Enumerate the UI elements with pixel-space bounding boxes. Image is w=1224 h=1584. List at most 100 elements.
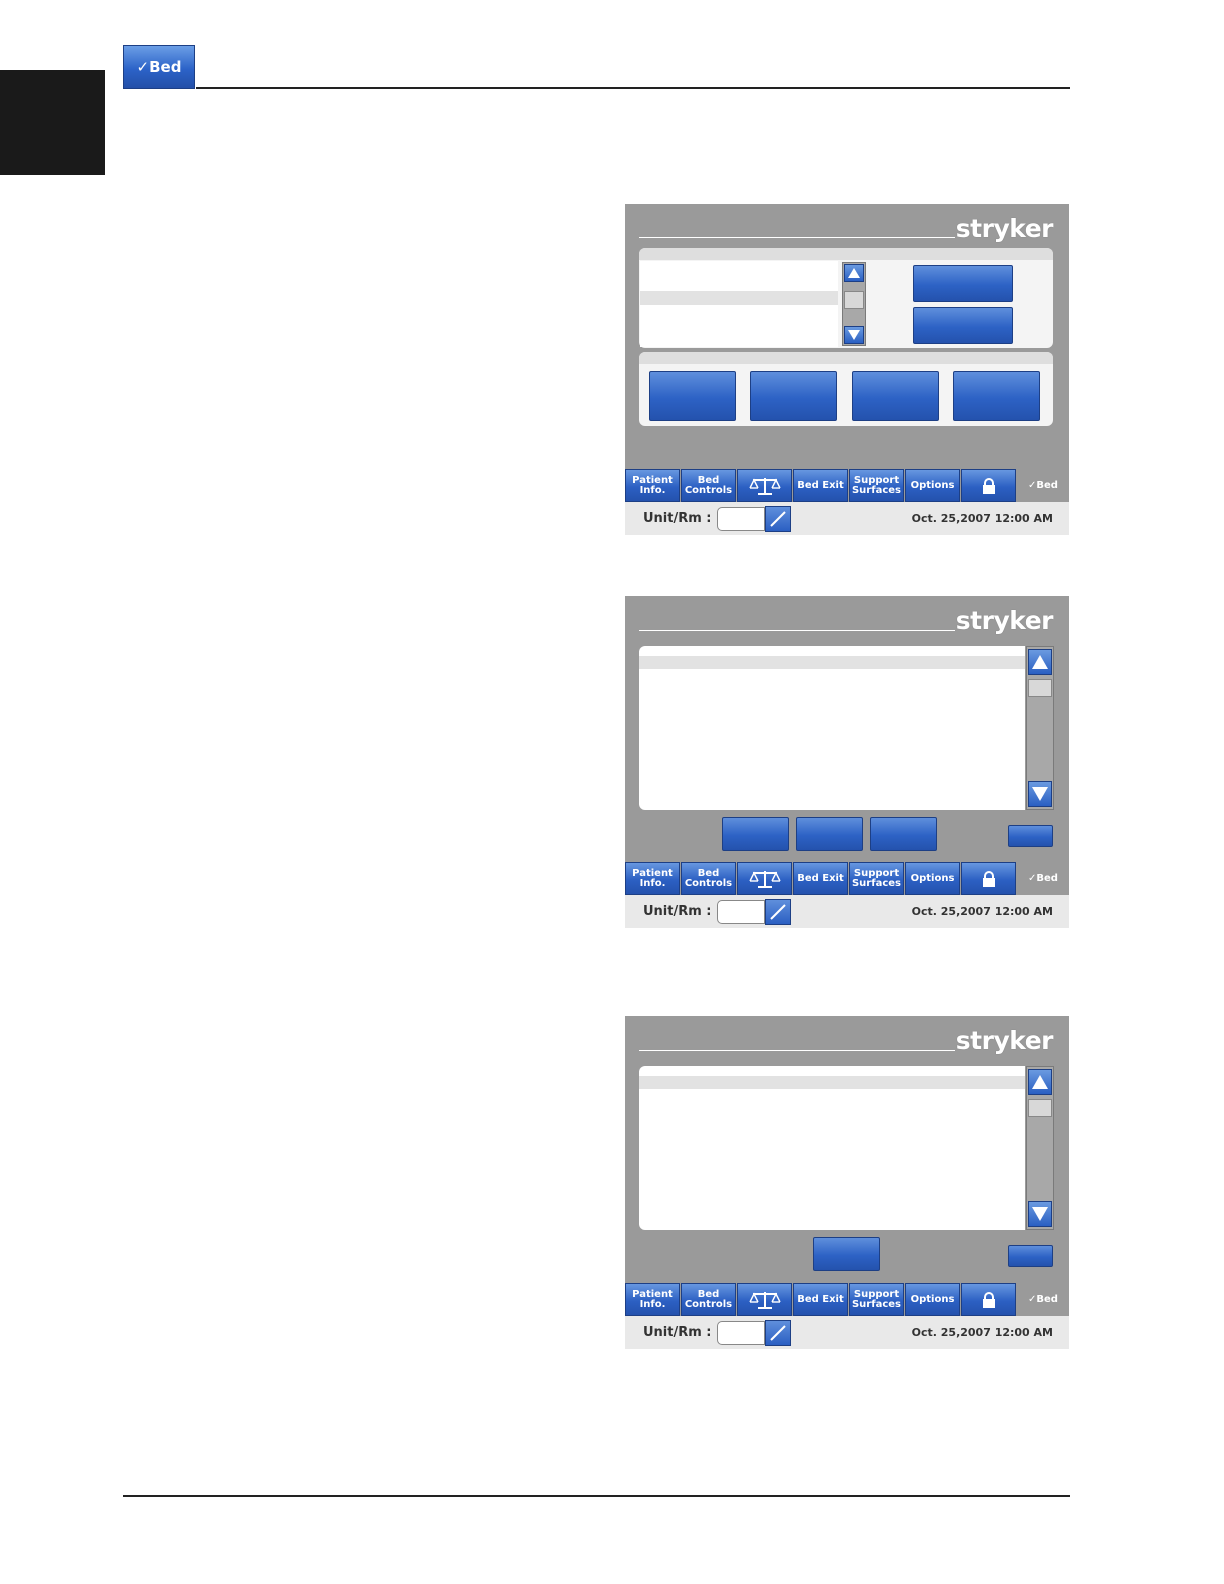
panel-button-1[interactable]: [913, 265, 1013, 302]
arrow-up-icon: [1032, 1075, 1048, 1089]
arrow-up-icon: [848, 268, 860, 278]
title-underline: [639, 630, 955, 631]
arrow-down-icon: [1032, 1207, 1048, 1221]
device-screen-3: stryker Patient Info. Bed Controls Bed E…: [625, 1016, 1069, 1349]
ibed-badge: ✓Bed: [123, 45, 195, 89]
scroll-down-button[interactable]: [844, 326, 864, 344]
list-scrollbar[interactable]: [1026, 646, 1054, 810]
arrow-down-icon: [848, 330, 860, 340]
status-bar: Unit/Rm : Oct. 25,2007 12:00 AM: [625, 1316, 1069, 1349]
scroll-up-button[interactable]: [1028, 1069, 1052, 1095]
item-list[interactable]: [639, 646, 1025, 810]
unit-room-label: Unit/Rm :: [643, 511, 712, 526]
footer-rule: [123, 1495, 1070, 1497]
nav-lock[interactable]: [961, 1283, 1016, 1316]
nav-bar: Patient Info. Bed Controls Bed Exit Supp…: [625, 469, 1069, 502]
title-underline: [639, 237, 955, 238]
back-button[interactable]: [1008, 1245, 1053, 1267]
stryker-logo: stryker: [955, 1026, 1054, 1055]
action-button-3[interactable]: [852, 371, 939, 421]
option-list[interactable]: [640, 261, 838, 347]
action-button-1[interactable]: [649, 371, 736, 421]
lock-icon: [982, 1291, 995, 1308]
status-bar: Unit/Rm : Oct. 25,2007 12:00 AM: [625, 895, 1069, 928]
list-action-button-2[interactable]: [796, 817, 863, 851]
list-action-button-3[interactable]: [870, 817, 937, 851]
panel-button-2[interactable]: [913, 307, 1013, 344]
unit-room-field[interactable]: [717, 899, 765, 924]
header-rule: [196, 87, 1070, 89]
nav-scale[interactable]: [737, 1283, 792, 1316]
scroll-up-button[interactable]: [844, 264, 864, 282]
nav-scale[interactable]: [737, 469, 792, 502]
action-button-4[interactable]: [953, 371, 1040, 421]
edit-unit-button[interactable]: [765, 898, 791, 925]
scale-icon: [748, 477, 781, 495]
nav-lock[interactable]: [961, 862, 1016, 895]
date-time: Oct. 25,2007 12:00 AM: [911, 905, 1053, 918]
action-button-2[interactable]: [750, 371, 837, 421]
action-panel: [639, 352, 1053, 426]
nav-bed-controls[interactable]: Bed Controls: [681, 1283, 736, 1316]
stryker-logo: stryker: [955, 606, 1054, 635]
pencil-icon: [770, 903, 786, 920]
nav-lock[interactable]: [961, 469, 1016, 502]
nav-bed-controls[interactable]: Bed Controls: [681, 469, 736, 502]
nav-patient-info[interactable]: Patient Info.: [625, 469, 680, 502]
pencil-icon: [770, 1324, 786, 1341]
list-scrollbar[interactable]: [842, 262, 866, 346]
scroll-down-button[interactable]: [1028, 781, 1052, 807]
pencil-icon: [770, 510, 786, 527]
arrow-down-icon: [1032, 787, 1048, 801]
title-underline: [639, 1050, 955, 1051]
lock-icon: [982, 870, 995, 887]
list-action-button[interactable]: [813, 1237, 880, 1271]
nav-scale[interactable]: [737, 862, 792, 895]
lock-icon: [982, 477, 995, 494]
device-screen-2: stryker Patient Info. Bed Controls Bed E…: [625, 596, 1069, 928]
selected-list-row[interactable]: [640, 291, 838, 305]
date-time: Oct. 25,2007 12:00 AM: [911, 512, 1053, 525]
date-time: Oct. 25,2007 12:00 AM: [911, 1326, 1053, 1339]
back-button[interactable]: [1008, 825, 1053, 847]
arrow-up-icon: [1032, 655, 1048, 669]
selected-list-row[interactable]: [639, 656, 1025, 669]
nav-support-surfaces[interactable]: Support Surfaces: [849, 1283, 904, 1316]
nav-bed-exit[interactable]: Bed Exit: [793, 469, 848, 502]
selected-list-row[interactable]: [639, 1076, 1025, 1089]
device-screen-1: stryker Patient Info. Bed Controls Bed E…: [625, 204, 1069, 535]
nav-options[interactable]: Options: [905, 862, 960, 895]
nav-options[interactable]: Options: [905, 469, 960, 502]
scroll-down-button[interactable]: [1028, 1201, 1052, 1227]
nav-patient-info[interactable]: Patient Info.: [625, 1283, 680, 1316]
panel-header: [639, 352, 1053, 364]
list-scrollbar[interactable]: [1026, 1066, 1054, 1230]
ibed-brand: ✓Bed: [1028, 1294, 1058, 1305]
scroll-thumb[interactable]: [844, 291, 864, 309]
ibed-brand: ✓Bed: [1028, 873, 1058, 884]
stryker-logo: stryker: [955, 214, 1054, 243]
nav-patient-info[interactable]: Patient Info.: [625, 862, 680, 895]
ibed-brand: ✓Bed: [1028, 480, 1058, 491]
nav-bed-exit[interactable]: Bed Exit: [793, 862, 848, 895]
edit-unit-button[interactable]: [765, 1319, 791, 1346]
list-action-button-1[interactable]: [722, 817, 789, 851]
scroll-up-button[interactable]: [1028, 649, 1052, 675]
unit-room-label: Unit/Rm :: [643, 904, 712, 919]
nav-support-surfaces[interactable]: Support Surfaces: [849, 469, 904, 502]
edit-unit-button[interactable]: [765, 505, 791, 532]
nav-bed-controls[interactable]: Bed Controls: [681, 862, 736, 895]
scroll-thumb[interactable]: [1028, 1099, 1052, 1117]
unit-room-field[interactable]: [717, 506, 765, 531]
nav-bed-exit[interactable]: Bed Exit: [793, 1283, 848, 1316]
unit-room-label: Unit/Rm :: [643, 1325, 712, 1340]
panel-header: [639, 248, 1053, 260]
scroll-thumb[interactable]: [1028, 679, 1052, 697]
list-panel: [639, 248, 1053, 348]
nav-bar: Patient Info. Bed Controls Bed Exit Supp…: [625, 862, 1069, 895]
status-bar: Unit/Rm : Oct. 25,2007 12:00 AM: [625, 502, 1069, 535]
item-list[interactable]: [639, 1066, 1025, 1230]
nav-options[interactable]: Options: [905, 1283, 960, 1316]
unit-room-field[interactable]: [717, 1320, 765, 1345]
nav-support-surfaces[interactable]: Support Surfaces: [849, 862, 904, 895]
